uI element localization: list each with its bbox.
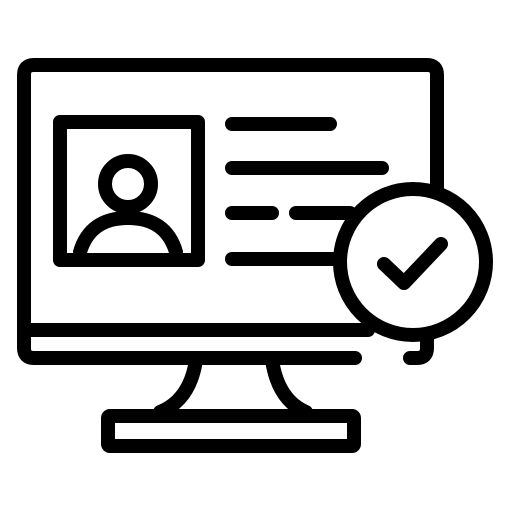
monitor-stand-neck bbox=[153, 353, 313, 419]
monitor-stand-base bbox=[101, 409, 361, 453]
verified-profile-monitor-icon bbox=[17, 58, 493, 453]
icon-canvas bbox=[0, 0, 512, 512]
check-badge-circle bbox=[333, 182, 493, 342]
profile-shoulders-icon bbox=[73, 211, 183, 259]
profile-head-icon bbox=[98, 154, 158, 214]
